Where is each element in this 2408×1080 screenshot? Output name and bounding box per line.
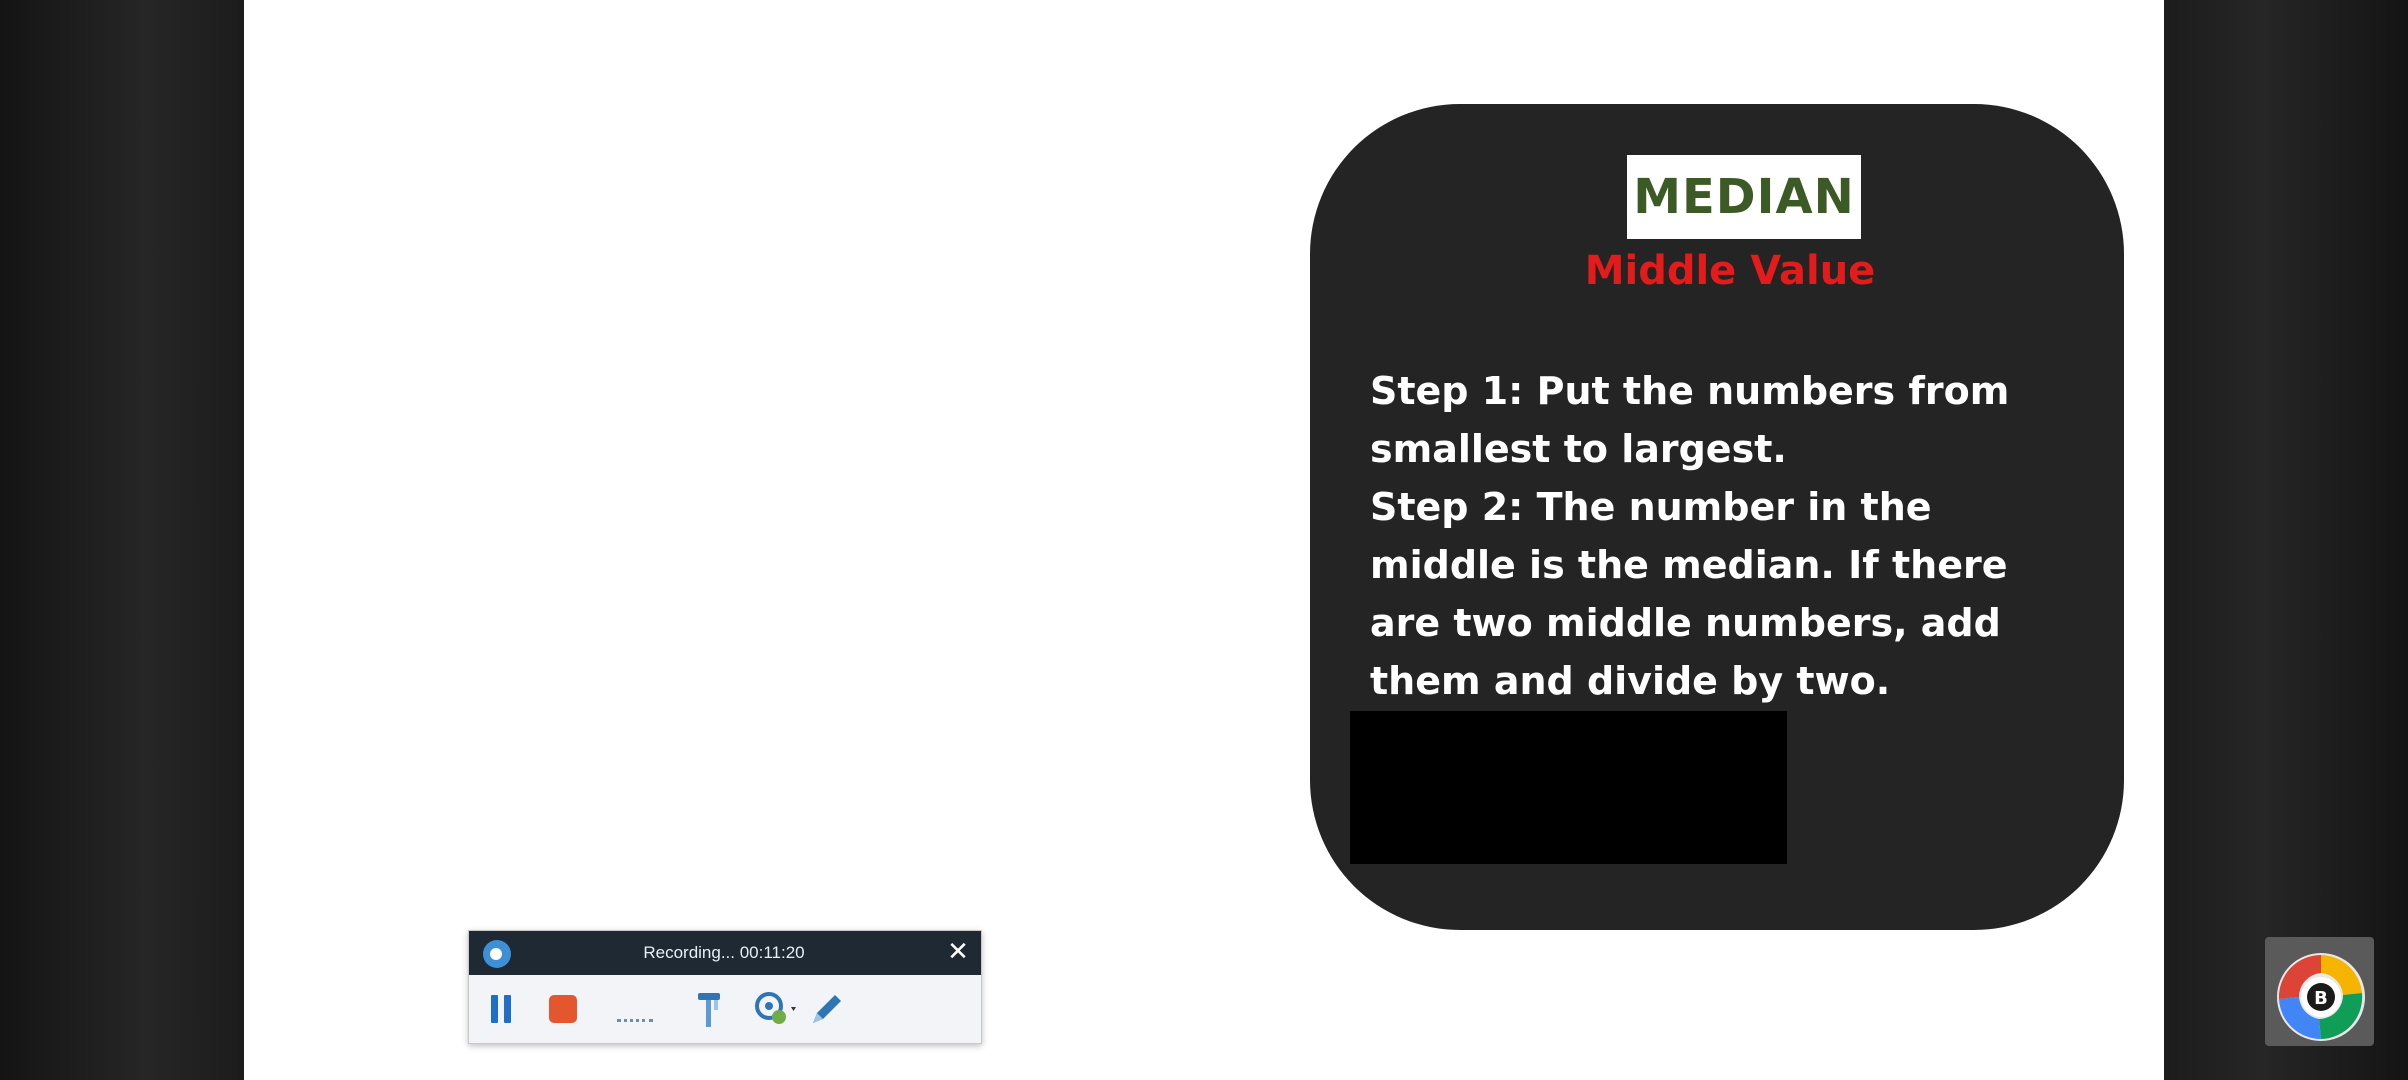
left-dark-bezel <box>0 0 244 1080</box>
right-dark-bezel <box>2164 0 2408 1080</box>
recording-status: Recording... 00:11:20 <box>643 943 805 962</box>
recorder-logo-icon <box>483 940 511 968</box>
close-recorder-button[interactable]: ✕ <box>943 937 973 967</box>
median-steps: Step 1: Put the numbers from smallest to… <box>1370 362 2070 710</box>
median-title-box: MEDIAN <box>1627 155 1861 239</box>
audio-level-icon <box>617 1015 653 1022</box>
webcam-button[interactable] <box>749 987 805 1031</box>
step-1-text: Step 1: Put the numbers from smallest to… <box>1370 369 2010 471</box>
stop-button[interactable] <box>543 987 583 1031</box>
audio-level-button[interactable] <box>607 987 663 1031</box>
badge-letter: B <box>2314 988 2328 1009</box>
recording-toolbar[interactable]: Recording... 00:11:20 ✕ <box>468 930 982 1044</box>
median-subtitle: Middle Value <box>1584 248 1876 294</box>
tools-button[interactable] <box>687 987 731 1031</box>
stop-icon <box>549 995 577 1023</box>
pause-icon <box>491 995 498 1023</box>
step-2-text: Step 2: The number in the middle is the … <box>1370 485 2008 703</box>
draw-button[interactable] <box>805 987 849 1031</box>
webcam-icon <box>755 992 796 1024</box>
recording-toolbar-header[interactable]: Recording... 00:11:20 ✕ <box>469 931 981 975</box>
pause-button[interactable] <box>485 987 517 1031</box>
pencil-icon <box>813 995 841 1023</box>
tools-icon <box>698 993 720 1027</box>
median-title: MEDIAN <box>1633 169 1855 225</box>
pause-icon-bar <box>504 995 511 1023</box>
redacted-black-box <box>1350 711 1787 864</box>
colorful-badge-icon: B <box>2277 953 2365 1041</box>
app-badge[interactable]: B <box>2265 937 2374 1046</box>
